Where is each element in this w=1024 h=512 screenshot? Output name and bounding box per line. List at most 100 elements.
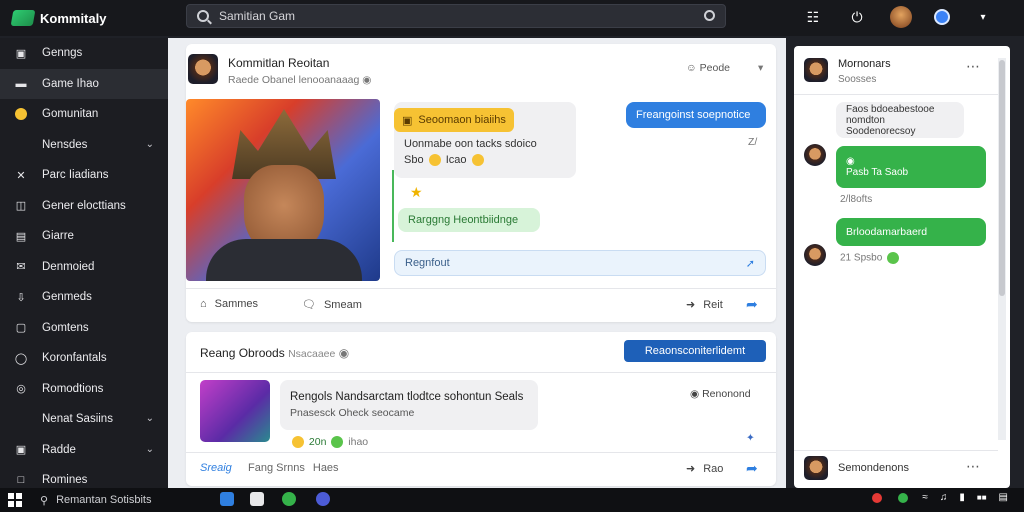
home-icon: ⌂ bbox=[200, 298, 207, 310]
start-icon[interactable] bbox=[8, 493, 22, 507]
sidebar-item-koronfantals[interactable]: ◯ Koronfantals bbox=[0, 343, 168, 374]
sidebar-item-giarre[interactable]: ▤ Giarre bbox=[0, 221, 168, 252]
reply-button[interactable]: ➜ Reit bbox=[686, 298, 723, 312]
chevron-down-icon[interactable]: ▾ bbox=[972, 6, 994, 28]
side-label[interactable]: ◉ Renonond bbox=[690, 388, 751, 400]
game-icon: ▣ bbox=[402, 114, 413, 127]
notifications-icon[interactable]: ▤ bbox=[999, 492, 1008, 503]
battery-icon[interactable]: ▮ bbox=[959, 492, 965, 503]
sidebar-item-game-ihao[interactable]: ▬ Game Ihao bbox=[0, 68, 168, 99]
power-icon[interactable]: ⏻ bbox=[846, 6, 868, 28]
notification-icon[interactable] bbox=[934, 9, 950, 25]
send-icon[interactable]: ➚ bbox=[746, 257, 755, 270]
main-feed: Kommitlan Reoitan Raede Obanel lenooanaa… bbox=[168, 38, 786, 488]
emoji-icon bbox=[471, 154, 484, 167]
reply-button[interactable]: ➜ Rao bbox=[686, 462, 723, 476]
taskbar-chrome-icon[interactable] bbox=[316, 492, 330, 506]
sidebar-item-parc[interactable]: ✕ Parc Iiadians bbox=[0, 160, 168, 191]
forward-icon[interactable]: ➦ bbox=[746, 296, 758, 313]
contact-avatar[interactable] bbox=[804, 144, 826, 166]
tray-alert-icon[interactable] bbox=[872, 492, 883, 503]
app-logo[interactable]: Kommitaly bbox=[10, 10, 182, 26]
message-meta: 21 Spsbo bbox=[840, 252, 901, 264]
bubble-subtext: Sbo Icao bbox=[404, 154, 486, 167]
sidebar-item-nensdes[interactable]: Nensdes ⌄ bbox=[0, 130, 168, 161]
message-bubble: ◉ Pasb Ta Saob bbox=[836, 146, 986, 188]
target-icon: ◎ bbox=[16, 383, 26, 396]
search-icon: ⚲ bbox=[40, 494, 49, 507]
panel-avatar[interactable] bbox=[804, 58, 828, 82]
volume-icon[interactable]: ♫ bbox=[940, 492, 948, 503]
more-icon[interactable]: ⋯ bbox=[966, 58, 980, 75]
reply-icon: ➜ bbox=[686, 463, 696, 475]
menu-grid-icon[interactable]: ☷ bbox=[802, 6, 824, 28]
post-card: Kommitlan Reoitan Raede Obanel lenooanaa… bbox=[186, 44, 776, 322]
sidebar-item-nenat[interactable]: Nenat Sasiins ⌄ bbox=[0, 404, 168, 435]
clock-icon[interactable]: ■■ bbox=[977, 493, 987, 502]
tag-badge[interactable]: ▣ Seoomaon biaiihs bbox=[394, 108, 514, 132]
chevron-down-icon: ⌄ bbox=[145, 443, 154, 455]
sidebar-item-romodtions[interactable]: ◎ Romodtions bbox=[0, 374, 168, 405]
people-button[interactable]: ☺ Peode bbox=[686, 62, 730, 74]
character-coat bbox=[206, 239, 362, 281]
sidebar: ▣ Genngs ▬ Game Ihao Gomunitan Nensdes ⌄ ✕ P… bbox=[0, 38, 168, 488]
message-meta: 2/l8ofts bbox=[840, 194, 873, 205]
taskbar-app-icon[interactable] bbox=[220, 492, 234, 506]
more-icon[interactable]: ▾ bbox=[758, 62, 763, 74]
post-title: Reang Obroods Nsacaaee ◉ bbox=[200, 346, 350, 360]
chevron-down-icon: ⌄ bbox=[145, 413, 154, 424]
comment-button[interactable]: 🗨 Smeam bbox=[302, 298, 362, 312]
chat-bubble: ▣ Seoomaon biaiihs Uonmabe oon tacks sdoi… bbox=[394, 102, 576, 178]
post-author[interactable]: Kommitlan Reoitan bbox=[228, 56, 329, 70]
contact-avatar[interactable] bbox=[804, 244, 826, 266]
tray-app-icon[interactable] bbox=[898, 492, 909, 503]
panel-footer[interactable]: Semondenons bbox=[838, 462, 909, 474]
search-submit-icon[interactable] bbox=[704, 10, 715, 21]
taskbar-search[interactable]: ⚲ Remantan Sotisbits bbox=[40, 494, 151, 507]
network-icon[interactable]: ≈ bbox=[922, 492, 928, 503]
monitor-icon: ▢ bbox=[15, 322, 27, 335]
reply-meta: Z/ bbox=[748, 136, 758, 148]
green-bubble: Rarggng Heontbiidnge bbox=[398, 208, 540, 232]
chat-icon: ◫ bbox=[15, 200, 27, 213]
comment-icon: 🗨 bbox=[302, 299, 316, 311]
footer-link[interactable]: Sreaig bbox=[200, 462, 232, 474]
sidebar-item-denmoied[interactable]: ✉ Denmoied bbox=[0, 252, 168, 283]
search-input[interactable]: Samitian Gam bbox=[186, 4, 726, 28]
system-tray: ≈ ♫ ▮ ■■ ▤ bbox=[870, 492, 1008, 503]
sidebar-item-genmeds[interactable]: ⇩ Genmeds bbox=[0, 282, 168, 313]
panel-title: Mornonars bbox=[838, 58, 891, 70]
emoji-icon bbox=[887, 252, 900, 264]
mail-icon: ✉ bbox=[16, 261, 26, 274]
author-avatar[interactable] bbox=[188, 54, 218, 84]
panel-footer-avatar[interactable] bbox=[804, 456, 828, 480]
circle-icon: ◯ bbox=[14, 352, 28, 365]
divider bbox=[186, 372, 776, 373]
sidebar-item-gener[interactable]: ◫ Gener elocttians bbox=[0, 191, 168, 222]
reply-input[interactable]: Regnfout ➚ bbox=[394, 250, 766, 276]
action-pill-button[interactable]: Reaonsconiterlidemt bbox=[624, 340, 766, 362]
message-bubble: Brloodamarbaerd bbox=[836, 218, 986, 246]
post-image[interactable] bbox=[186, 99, 380, 281]
sidebar-item-radde[interactable]: ▣ Radde ⌄ bbox=[0, 435, 168, 466]
bubble-text: Uonmabe oon tacks sdoico bbox=[404, 138, 537, 150]
more-icon[interactable]: ⋯ bbox=[966, 458, 980, 475]
game-thumbnail[interactable] bbox=[200, 380, 270, 442]
share-button[interactable]: ⌂ Sammes bbox=[200, 298, 258, 310]
sidebar-item-genngs[interactable]: ▣ Genngs bbox=[0, 38, 168, 69]
globe-icon: ◉ bbox=[338, 346, 350, 360]
sidebar-item-gomunitan[interactable]: Gomunitan bbox=[0, 99, 168, 130]
user-avatar[interactable] bbox=[890, 6, 912, 28]
emoji-icon bbox=[292, 436, 304, 449]
taskbar-browser-icon[interactable] bbox=[282, 492, 296, 506]
scrollbar-thumb[interactable] bbox=[999, 60, 1005, 296]
sidebar-item-gomtens[interactable]: ▢ Gomtens bbox=[0, 313, 168, 344]
taskbar-folder-icon[interactable] bbox=[250, 492, 264, 506]
forward-icon[interactable]: ➦ bbox=[746, 460, 758, 477]
top-bar: Kommitaly Samitian Gam ☷ ⏻ ▾ bbox=[0, 0, 1024, 36]
emoji-icon bbox=[14, 108, 28, 121]
reactions[interactable]: 20n ihao bbox=[290, 436, 368, 449]
top-right-icons: ☷ ⏻ ▾ bbox=[802, 6, 994, 28]
reaction-icon[interactable]: ✦ bbox=[746, 432, 755, 444]
divider bbox=[794, 450, 998, 451]
